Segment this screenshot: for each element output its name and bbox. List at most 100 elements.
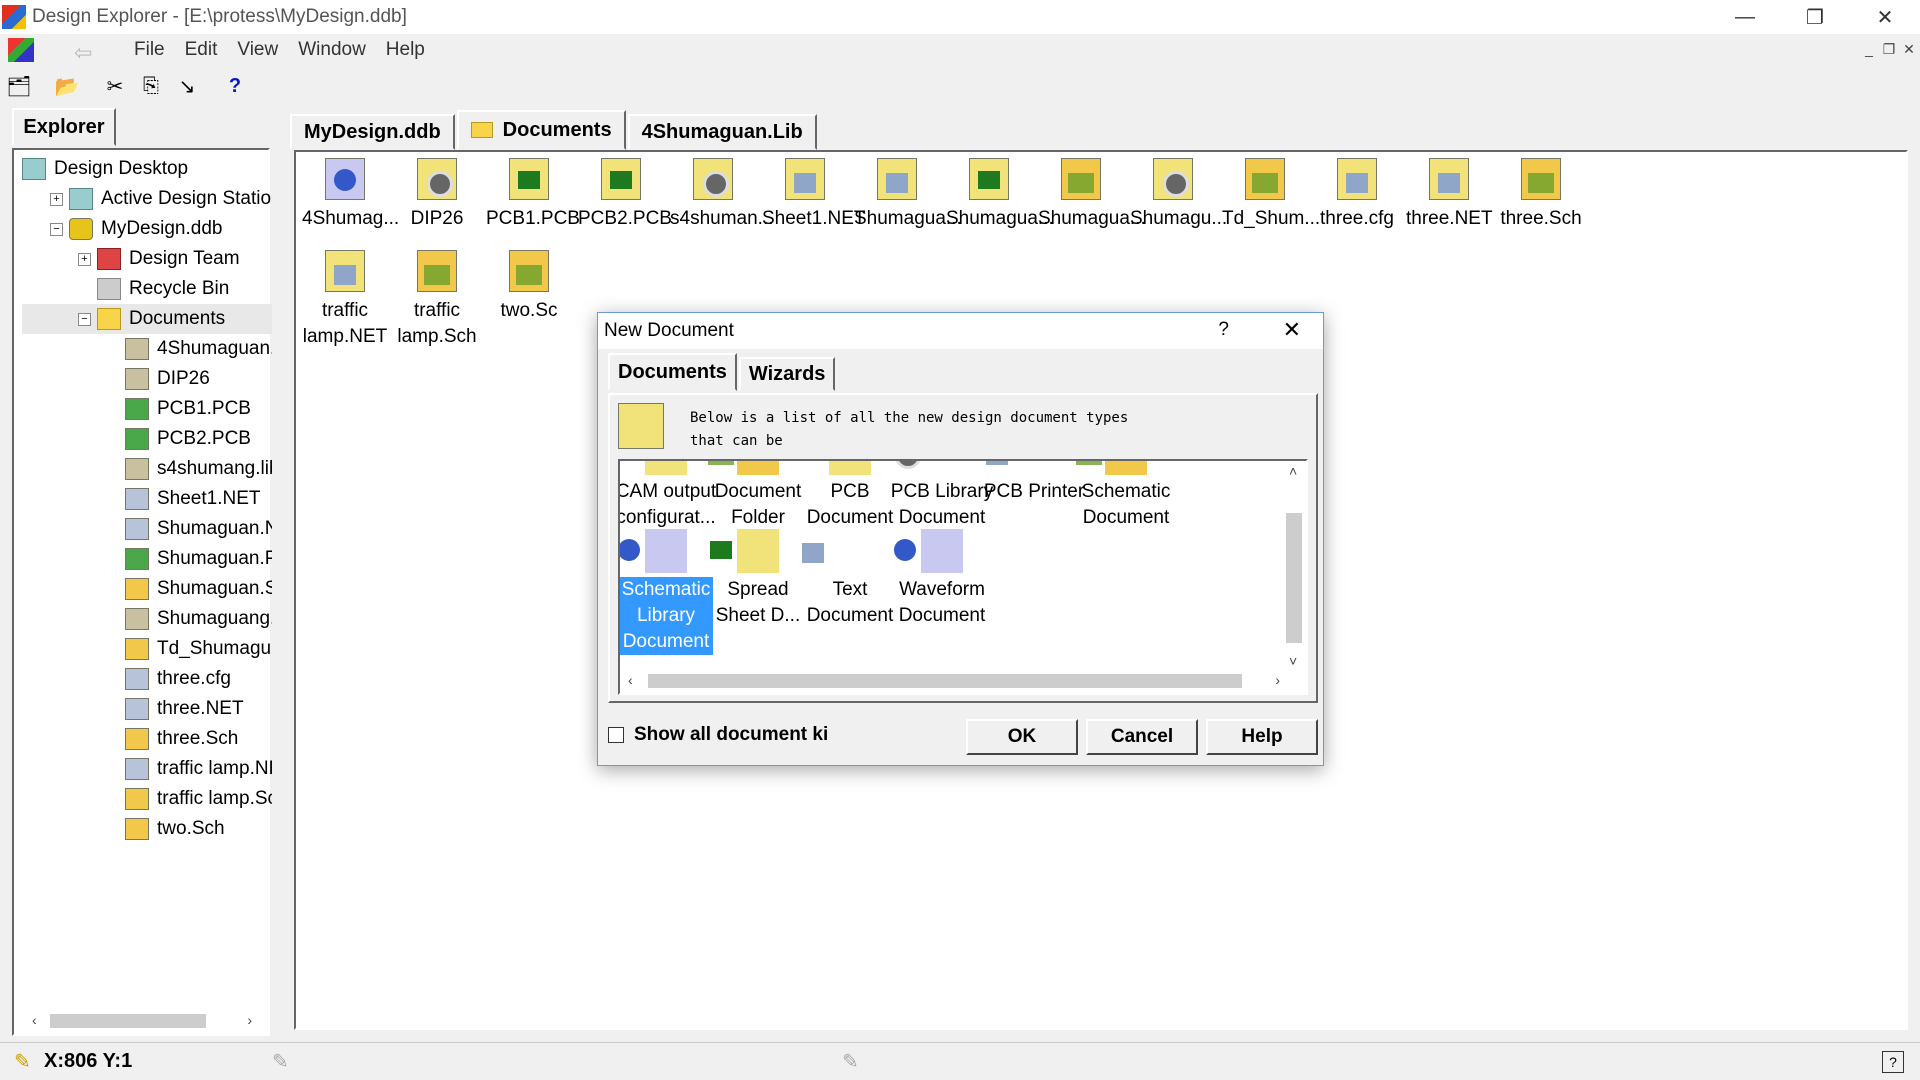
- dialog-close-button[interactable]: ✕: [1283, 317, 1301, 343]
- tree-node[interactable]: PCB2.PCB: [22, 424, 272, 454]
- document-label: three.cfg: [1320, 208, 1394, 229]
- document-label: two.Sc: [500, 300, 558, 321]
- tab-documents[interactable]: Documents: [456, 110, 626, 150]
- tree-node[interactable]: 4Shumaguan.Li: [22, 334, 272, 364]
- scroll-up-icon[interactable]: ˄: [1289, 463, 1297, 479]
- close-button[interactable]: ✕: [1850, 0, 1920, 34]
- tree-expander-icon[interactable]: −: [78, 312, 91, 326]
- document-item[interactable]: Shumagua...: [1038, 158, 1146, 232]
- tree-expander-icon[interactable]: +: [78, 252, 91, 266]
- lib-document-icon: [693, 158, 733, 200]
- document-item[interactable]: three.NET: [1406, 158, 1493, 232]
- tree-node[interactable]: + Active Design Stations: [22, 184, 272, 214]
- tree-node[interactable]: three.cfg: [22, 664, 272, 694]
- document-type-item[interactable]: Waveform Document: [886, 529, 998, 629]
- tree-node[interactable]: traffic lamp.Sch: [22, 784, 272, 814]
- document-item[interactable]: PCB2.PCB: [578, 158, 672, 232]
- paste-icon[interactable]: ↘: [170, 70, 204, 102]
- document-item[interactable]: Sheet1.NET: [762, 158, 866, 232]
- document-item[interactable]: PCB1.PCB: [486, 158, 580, 232]
- document-label: three.Sch: [1500, 208, 1582, 229]
- tab-documents-dialog[interactable]: Documents: [608, 353, 737, 391]
- menu-window[interactable]: Window: [288, 39, 376, 61]
- list-horizontal-scrollbar[interactable]: ‹ ›: [622, 671, 1286, 691]
- document-item[interactable]: DIP26: [394, 158, 480, 232]
- tree-horizontal-scrollbar[interactable]: ‹ ›: [28, 1010, 256, 1030]
- tree-node[interactable]: Shumaguan.Sch: [22, 574, 272, 604]
- document-label: Shumagu...: [1130, 208, 1228, 229]
- tree-node[interactable]: Shumaguan.NE: [22, 514, 272, 544]
- dialog-help-button[interactable]: ?: [1218, 319, 1229, 341]
- scroll-right-icon[interactable]: ›: [247, 1012, 252, 1028]
- list-vertical-scrollbar[interactable]: ˄ ˅: [1284, 463, 1304, 669]
- tree-node[interactable]: Shumaguang.LI: [22, 604, 272, 634]
- menu-edit[interactable]: Edit: [175, 39, 228, 61]
- document-type-item[interactable]: Schematic Document: [1070, 461, 1182, 531]
- document-item[interactable]: Shumagua...: [946, 158, 1054, 232]
- list-scroll-right-icon[interactable]: ›: [1275, 672, 1280, 688]
- tree-node[interactable]: − Documents: [22, 304, 272, 334]
- restore-button[interactable]: ❐: [1780, 0, 1850, 34]
- tree-node[interactable]: three.NET: [22, 694, 272, 724]
- document-label: Sheet1.NET: [762, 208, 866, 229]
- minimize-button[interactable]: —: [1710, 0, 1780, 34]
- document-item[interactable]: Shumagu...: [1130, 158, 1228, 232]
- document-item[interactable]: s4shuman...: [670, 158, 774, 232]
- tab-explorer[interactable]: Explorer: [12, 108, 116, 146]
- copy-icon[interactable]: ⎘: [134, 70, 168, 102]
- show-all-checkbox[interactable]: [608, 727, 624, 743]
- tree-expander-icon[interactable]: +: [50, 192, 63, 206]
- scroll-down-icon[interactable]: ˅: [1289, 653, 1297, 669]
- tab-mydesign[interactable]: MyDesign.ddb: [290, 114, 455, 150]
- document-item[interactable]: three.Sch: [1498, 158, 1584, 232]
- tree-node-label: traffic lamp.Sch: [157, 788, 272, 809]
- tree-node[interactable]: + Design Team: [22, 244, 272, 274]
- list-scroll-left-icon[interactable]: ‹: [628, 672, 633, 688]
- cancel-button[interactable]: Cancel: [1086, 719, 1198, 755]
- tree-toggle-icon[interactable]: 🗂: [2, 70, 36, 102]
- menu-help[interactable]: Help: [376, 39, 435, 61]
- list-vscroll-thumb[interactable]: [1286, 513, 1302, 643]
- cut-icon[interactable]: ✂: [98, 70, 132, 102]
- help-button[interactable]: Help: [1206, 719, 1318, 755]
- tree-node[interactable]: two.Sch: [22, 814, 272, 844]
- tab-wizards[interactable]: Wizards: [738, 357, 836, 391]
- document-item[interactable]: traffic lamp.NET: [302, 250, 388, 350]
- tree-node[interactable]: Td_Shumaguan: [22, 634, 272, 664]
- tree-node[interactable]: − MyDesign.ddb: [22, 214, 272, 244]
- document-item[interactable]: Shumagua...: [854, 158, 962, 232]
- tree-node[interactable]: Recycle Bin: [22, 274, 272, 304]
- net-document-icon: [1429, 158, 1469, 200]
- tree-expander-icon[interactable]: −: [50, 222, 63, 236]
- document-item[interactable]: three.cfg: [1314, 158, 1400, 232]
- open-folder-icon[interactable]: 📂: [50, 70, 84, 102]
- document-item[interactable]: traffic lamp.Sch: [394, 250, 480, 350]
- tree-node[interactable]: Shumaguan.PCI: [22, 544, 272, 574]
- mdi-minimize-icon[interactable]: _: [1860, 40, 1878, 58]
- document-item[interactable]: 4Shumag...: [302, 158, 399, 232]
- tab-4shumaguan-lib[interactable]: 4Shumaguan.Lib: [627, 114, 817, 150]
- menu-file[interactable]: File: [124, 39, 175, 61]
- tree-node[interactable]: three.Sch: [22, 724, 272, 754]
- menu-view[interactable]: View: [227, 39, 288, 61]
- tree-node[interactable]: Design Desktop: [22, 154, 272, 184]
- list-hscroll-thumb[interactable]: [648, 674, 1242, 688]
- back-arrow-icon[interactable]: ⇦: [74, 40, 114, 65]
- status-help-icon[interactable]: ?: [1882, 1050, 1904, 1073]
- mdi-close-icon[interactable]: ✕: [1900, 40, 1918, 58]
- ok-button[interactable]: OK: [966, 719, 1078, 755]
- help-icon[interactable]: ?: [218, 70, 252, 102]
- menu-logo-icon[interactable]: [8, 38, 34, 62]
- tree-node[interactable]: Sheet1.NET: [22, 484, 272, 514]
- tree-node[interactable]: s4shumang.lib: [22, 454, 272, 484]
- scroll-left-icon[interactable]: ‹: [32, 1012, 37, 1028]
- tree-node[interactable]: traffic lamp.NE: [22, 754, 272, 784]
- document-item[interactable]: Td_Shum...: [1222, 158, 1320, 232]
- scroll-thumb[interactable]: [50, 1014, 206, 1028]
- tree-node[interactable]: DIP26: [22, 364, 272, 394]
- status-pen-icon: ✎: [272, 1051, 289, 1073]
- tree-node[interactable]: PCB1.PCB: [22, 394, 272, 424]
- document-item[interactable]: two.Sc: [486, 250, 572, 324]
- mdi-restore-icon[interactable]: ❐: [1880, 40, 1898, 58]
- net-file-icon: [125, 758, 149, 780]
